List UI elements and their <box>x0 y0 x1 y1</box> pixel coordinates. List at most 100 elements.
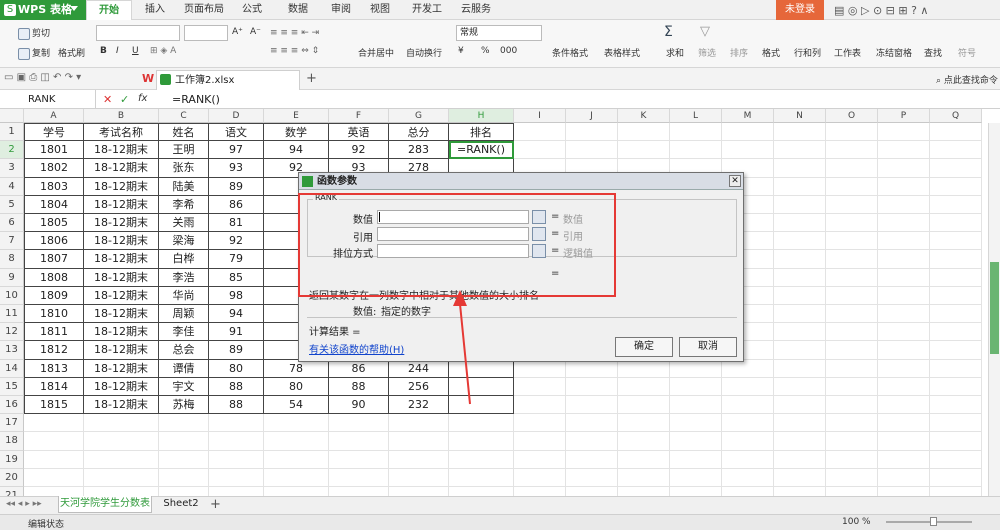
table-cell[interactable]: 1813 <box>24 359 84 378</box>
grid-cell[interactable] <box>566 359 618 378</box>
grid-cell[interactable] <box>878 305 930 324</box>
add-sheet-button[interactable]: + <box>210 497 221 512</box>
table-cell[interactable]: 86 <box>329 359 389 378</box>
table-cell[interactable]: 周颖 <box>159 305 209 324</box>
row-header-19[interactable]: 19 <box>0 450 24 469</box>
grid-cell[interactable] <box>670 141 722 160</box>
row-header-13[interactable]: 13 <box>0 341 24 360</box>
table-header-cell[interactable]: 考试名称 <box>84 123 159 142</box>
grid-cell[interactable] <box>514 450 566 469</box>
grid-cell[interactable] <box>618 359 670 378</box>
grid-cell[interactable] <box>618 123 670 142</box>
grid-cell[interactable] <box>209 450 264 469</box>
table-cell[interactable]: 1805 <box>24 214 84 233</box>
grid-cell[interactable] <box>514 359 566 378</box>
table-cell[interactable]: 88 <box>209 396 264 415</box>
grid-cell[interactable] <box>722 123 774 142</box>
table-cell[interactable]: 18-12期末 <box>84 377 159 396</box>
font-grow-button[interactable]: A⁺ <box>232 27 243 37</box>
grid-cell[interactable] <box>670 414 722 433</box>
font-family-select[interactable] <box>96 25 180 41</box>
grid-cell[interactable] <box>774 468 826 487</box>
row-header-9[interactable]: 9 <box>0 268 24 287</box>
grid-cell[interactable] <box>209 432 264 451</box>
grid-cell[interactable] <box>930 177 982 196</box>
table-cell[interactable]: 李希 <box>159 195 209 214</box>
grid-cell[interactable] <box>826 250 878 269</box>
grid-cell[interactable] <box>878 414 930 433</box>
grid-cell[interactable] <box>930 414 982 433</box>
table-cell[interactable]: 89 <box>209 177 264 196</box>
grid-cell[interactable] <box>774 341 826 360</box>
tab-5[interactable]: 审阅 <box>324 0 358 20</box>
table-cell[interactable]: 张东 <box>159 159 209 178</box>
grid-cell[interactable] <box>670 468 722 487</box>
grid-cell[interactable] <box>878 123 930 142</box>
grid-cell[interactable] <box>24 414 84 433</box>
grid-cell[interactable] <box>878 268 930 287</box>
grid-cell[interactable] <box>930 468 982 487</box>
grid-cell[interactable] <box>774 414 826 433</box>
grid-cell[interactable] <box>878 286 930 305</box>
table-cell[interactable]: 1810 <box>24 305 84 324</box>
ok-button[interactable]: 确定 <box>615 337 673 357</box>
grid-cell[interactable] <box>878 396 930 415</box>
grid-cell[interactable] <box>930 195 982 214</box>
grid-cell[interactable] <box>930 305 982 324</box>
grid-cell[interactable] <box>514 432 566 451</box>
grid-cell[interactable] <box>826 377 878 396</box>
table-cell[interactable]: 80 <box>209 359 264 378</box>
grid-cell[interactable] <box>826 232 878 251</box>
row-header-4[interactable]: 4 <box>0 177 24 196</box>
login-button[interactable]: 未登录 <box>776 0 824 20</box>
grid-cell[interactable] <box>930 268 982 287</box>
grid-cell[interactable] <box>618 468 670 487</box>
table-cell[interactable]: 79 <box>209 250 264 269</box>
grid-cell[interactable] <box>722 450 774 469</box>
cancel-button[interactable]: 取消 <box>679 337 737 357</box>
grid-cell[interactable] <box>514 468 566 487</box>
grid-cell[interactable] <box>826 468 878 487</box>
table-cell[interactable]: 18-12期末 <box>84 359 159 378</box>
grid-cell[interactable] <box>826 341 878 360</box>
cut-button[interactable]: 剪切 <box>18 26 50 40</box>
column-header-H[interactable]: H <box>449 109 514 123</box>
table-cell[interactable]: 93 <box>209 159 264 178</box>
zoom-slider-handle[interactable] <box>930 517 937 526</box>
confirm-formula-icon[interactable]: ✓ <box>120 93 129 106</box>
table-cell[interactable]: 李浩 <box>159 268 209 287</box>
row-header-2[interactable]: 2 <box>0 141 24 160</box>
grid-cell[interactable] <box>826 159 878 178</box>
column-header-A[interactable]: A <box>24 109 84 123</box>
grid-cell[interactable] <box>774 450 826 469</box>
table-header-cell[interactable]: 语文 <box>209 123 264 142</box>
grid-cell[interactable] <box>774 323 826 342</box>
grid-cell[interactable] <box>670 123 722 142</box>
borders-button[interactable]: ⊞ ◈ A <box>150 46 176 56</box>
grid-cell[interactable] <box>826 177 878 196</box>
filter-button[interactable]: 筛选 <box>698 46 716 59</box>
grid-cell[interactable] <box>722 396 774 415</box>
grid-cell[interactable] <box>930 159 982 178</box>
grid-cell[interactable] <box>878 141 930 160</box>
tab-7[interactable]: 开发工具 <box>408 0 446 35</box>
column-header-C[interactable]: C <box>159 109 209 123</box>
grid-cell[interactable] <box>930 323 982 342</box>
grid-cell[interactable] <box>722 359 774 378</box>
worksheet-button[interactable]: 工作表 <box>834 46 861 59</box>
row-header-7[interactable]: 7 <box>0 232 24 251</box>
table-header-cell[interactable]: 数学 <box>264 123 329 142</box>
row-header-18[interactable]: 18 <box>0 432 24 451</box>
table-cell[interactable]: 283 <box>389 141 449 160</box>
grid-cell[interactable] <box>826 305 878 324</box>
column-header-J[interactable]: J <box>566 109 618 123</box>
table-cell[interactable]: 1807 <box>24 250 84 269</box>
table-cell[interactable]: 1812 <box>24 341 84 360</box>
table-cell[interactable]: 1814 <box>24 377 84 396</box>
table-cell[interactable]: 1811 <box>24 323 84 342</box>
grid-cell[interactable] <box>329 468 389 487</box>
grid-cell[interactable] <box>774 305 826 324</box>
italic-button[interactable]: I <box>116 46 119 56</box>
wrap-text-button[interactable]: 自动换行 <box>406 46 442 59</box>
select-all-corner[interactable] <box>0 109 24 123</box>
